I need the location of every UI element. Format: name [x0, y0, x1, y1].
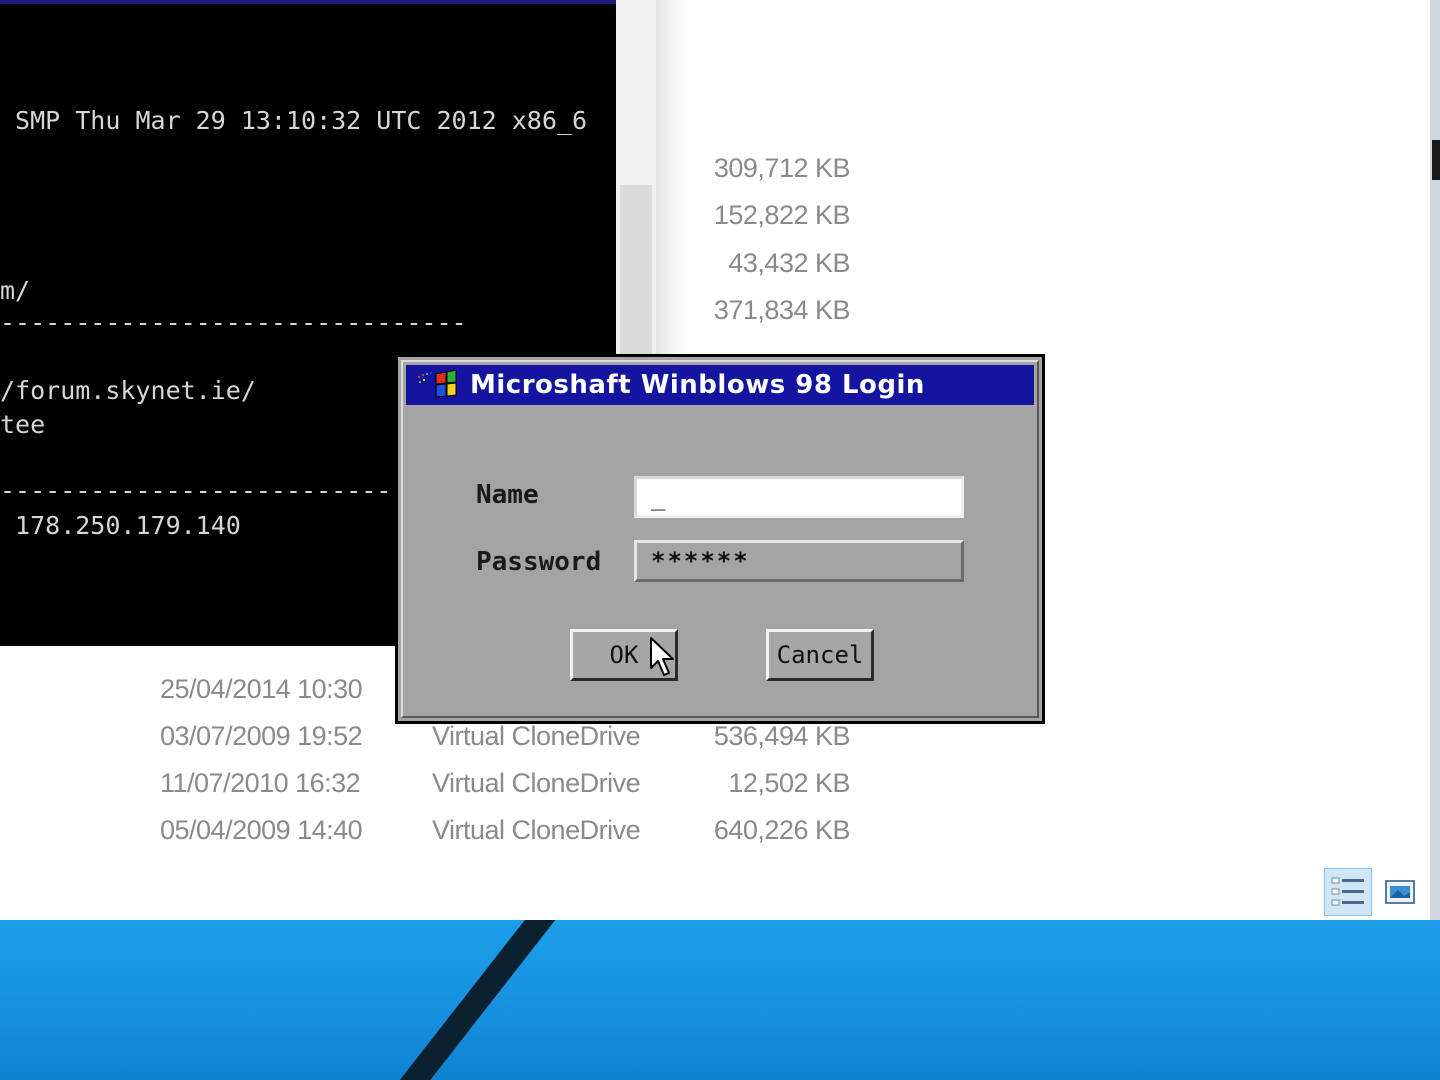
password-input[interactable]: ****** — [634, 540, 964, 582]
windows-logo-icon — [418, 369, 457, 398]
file-size: 43,432 KB — [728, 248, 850, 278]
file-type: Virtual CloneDrive — [432, 768, 641, 798]
window-edge — [1430, 0, 1440, 920]
mouse-cursor-icon — [650, 637, 674, 676]
dialog-bevel — [401, 360, 1039, 718]
file-size: 12,502 KB — [728, 768, 850, 798]
file-size: 536,494 KB — [713, 721, 851, 751]
file-type: Virtual CloneDrive — [432, 721, 641, 751]
file-type: Virtual CloneDrive — [432, 815, 641, 845]
cancel-button[interactable]: Cancel — [766, 629, 874, 681]
file-size: 371,834 KB — [713, 295, 851, 325]
file-date: 11/07/2010 16:32 — [160, 768, 361, 798]
file-size: 640,226 KB — [713, 815, 851, 845]
password-label: Password — [476, 547, 602, 577]
file-date: 05/04/2009 14:40 — [160, 815, 363, 845]
terminal-line: SMP Thu Mar 29 13:10:32 UTC 2012 x86_6 — [0, 106, 587, 135]
file-size: 309,712 KB — [713, 153, 851, 183]
file-date: 03/07/2009 19:52 — [160, 721, 363, 751]
large-icons-view-icon — [1385, 880, 1415, 904]
terminal-line: -------------------------- — [0, 476, 392, 505]
login-dialog: Microshaft Winblows 98 Login Name _ Pass… — [395, 354, 1045, 724]
dialog-title: Microshaft Winblows 98 Login — [470, 370, 925, 400]
dialog-titlebar[interactable]: Microshaft Winblows 98 Login — [406, 365, 1034, 405]
terminal-line: /forum.skynet.ie/ — [0, 376, 256, 405]
terminal-titlebar-edge — [0, 0, 616, 4]
terminal-line: tee — [0, 410, 46, 439]
name-label: Name — [476, 480, 539, 510]
details-view-icon — [1331, 877, 1364, 906]
terminal-line: m/ — [0, 276, 31, 305]
name-input[interactable]: _ — [634, 476, 964, 518]
terminal-line: 178.250.179.140 — [0, 511, 241, 540]
large-icons-view-button[interactable] — [1376, 868, 1424, 916]
file-date: 25/04/2014 10:30 — [160, 674, 363, 704]
terminal-line: ------------------------------- — [0, 308, 467, 337]
desktop-wallpaper-stripe — [399, 915, 579, 1080]
explorer-scrollbar-thumb[interactable] — [1432, 140, 1440, 180]
desktop-background — [0, 915, 1440, 1080]
details-view-button[interactable] — [1324, 868, 1372, 916]
file-size: 152,822 KB — [713, 200, 851, 230]
